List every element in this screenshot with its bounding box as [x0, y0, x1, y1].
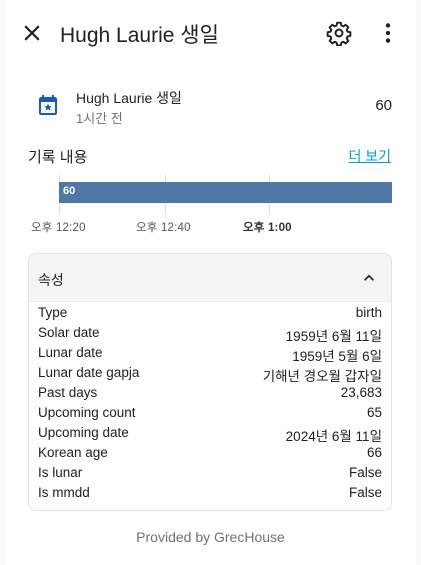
attribute-key: Type	[38, 305, 68, 320]
close-icon	[24, 25, 40, 41]
attribute-row: Is lunar False	[38, 463, 382, 483]
attribute-key: Past days	[38, 385, 98, 400]
attribute-row: Solar date 1959년 6월 11일	[38, 323, 382, 344]
close-button[interactable]	[19, 20, 45, 46]
timeline-bar-label: 60	[63, 185, 76, 197]
attribute-value: False	[348, 465, 382, 480]
attribute-row: Lunar date gapja 기해년 경오월 갑자일	[38, 363, 382, 384]
attribute-value: False	[348, 485, 382, 500]
attribute-row: Upcoming count 65	[38, 403, 382, 423]
more-options-button[interactable]	[375, 20, 401, 46]
calendar-star-icon	[39, 95, 57, 115]
gear-icon	[326, 21, 352, 47]
attribute-value: 66	[366, 445, 382, 460]
attributes-header[interactable]: 속성	[29, 254, 391, 302]
attribute-key: Is mmdd	[38, 485, 90, 500]
timeline-tick: 오후 1:00	[243, 222, 292, 234]
timeline-bar[interactable]: 60	[59, 182, 392, 203]
attribute-value: 65	[366, 405, 382, 420]
provided-by-footer: Provided by GrecHouse	[136, 529, 285, 545]
history-more-link[interactable]: 더 보기	[348, 146, 391, 166]
attribute-key: Lunar date gapja	[38, 365, 140, 380]
attribute-key: Upcoming count	[38, 405, 136, 420]
attribute-value: 1959년 5월 6일	[292, 349, 382, 364]
attributes-title: 속성	[38, 272, 64, 288]
attribute-row: Upcoming date 2024년 6월 11일	[38, 423, 382, 444]
entity-row: Hugh Laurie 생일 1시간 전 60	[5, 80, 416, 130]
attribute-row: Past days 23,683	[38, 383, 382, 403]
attribute-value: 23,683	[340, 385, 382, 400]
history-timeline: 60 오후 12:20 오후 12:40 오후 1:00	[29, 175, 392, 235]
attribute-row: Type birth	[38, 303, 382, 323]
attribute-row: Is mmdd False	[38, 483, 382, 503]
settings-button[interactable]	[326, 20, 352, 47]
attribute-row: Lunar date 1959년 5월 6일	[38, 343, 382, 364]
attribute-key: Is lunar	[38, 465, 83, 480]
more-info-dialog: Hugh Laurie 생일 Hugh Laurie 생일 1시간 전 60 기…	[5, 0, 416, 565]
attribute-key: Korean age	[38, 445, 108, 460]
attribute-value: 기해년 경오월 갑자일	[262, 369, 382, 384]
timeline-tick: 오후 12:20	[31, 222, 86, 234]
history-title: 기록 내용	[28, 149, 88, 166]
attribute-key: Solar date	[38, 325, 100, 340]
attribute-key: Upcoming date	[38, 425, 129, 440]
entity-state: 60	[375, 97, 392, 114]
attribute-value: 2024년 6월 11일	[285, 429, 382, 444]
timeline-tick: 오후 12:40	[136, 222, 191, 234]
attribute-value: 1959년 6월 11일	[285, 329, 382, 344]
attributes-panel: 속성 Type birth Solar date 1959년 6월 11일 Lu…	[28, 253, 392, 511]
entity-name: Hugh Laurie 생일	[76, 90, 182, 106]
attribute-row: Korean age 66	[38, 443, 382, 463]
entity-last-changed: 1시간 전	[76, 111, 123, 126]
more-vert-icon	[385, 23, 391, 43]
dialog-title: Hugh Laurie 생일	[60, 24, 219, 47]
dialog-header: Hugh Laurie 생일	[5, 0, 416, 64]
chevron-up-icon	[364, 274, 374, 281]
attribute-key: Lunar date	[38, 345, 103, 360]
attribute-value: birth	[355, 305, 382, 320]
